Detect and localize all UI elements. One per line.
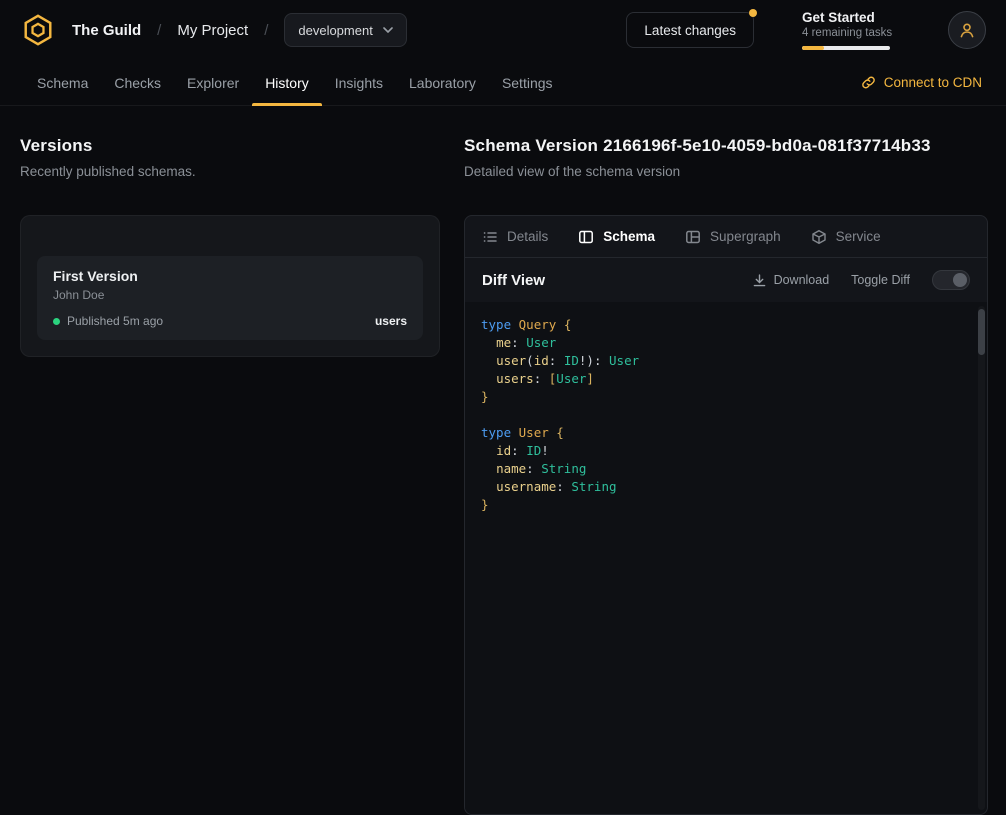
version-detail-column: Schema Version 2166196f-5e10-4059-bd0a-0… bbox=[464, 136, 988, 815]
versions-title: Versions bbox=[20, 136, 440, 156]
code-scrollbar-thumb[interactable] bbox=[978, 309, 985, 355]
connect-to-cdn-label: Connect to CDN bbox=[884, 75, 982, 90]
link-icon bbox=[861, 75, 876, 90]
tab-service-label: Service bbox=[836, 229, 881, 244]
version-status-row: Published 5m ago users bbox=[53, 314, 407, 328]
breadcrumb-org[interactable]: The Guild bbox=[72, 22, 141, 39]
tab-supergraph-label: Supergraph bbox=[710, 229, 781, 244]
version-detail-subtitle: Detailed view of the schema version bbox=[464, 164, 988, 179]
version-service-badge: users bbox=[375, 314, 407, 328]
person-icon bbox=[958, 21, 976, 39]
tab-supergraph[interactable]: Supergraph bbox=[685, 229, 781, 245]
versions-card: First Version John Doe Published 5m ago … bbox=[20, 215, 440, 357]
code-scrollbar-track bbox=[978, 306, 985, 810]
version-name: First Version bbox=[53, 268, 407, 284]
tab-details[interactable]: Details bbox=[482, 229, 548, 245]
download-button[interactable]: Download bbox=[752, 273, 830, 288]
environment-selector-value: development bbox=[298, 23, 372, 38]
tab-details-label: Details bbox=[507, 229, 548, 244]
nav-tab-schema[interactable]: Schema bbox=[24, 60, 101, 105]
tab-service[interactable]: Service bbox=[811, 229, 881, 245]
toggle-diff-switch[interactable] bbox=[932, 270, 970, 290]
published-dot-icon bbox=[53, 318, 60, 325]
header-right: Latest changes Get Started 4 remaining t… bbox=[626, 10, 986, 50]
environment-selector[interactable]: development bbox=[284, 13, 406, 47]
code-line: me: User bbox=[481, 334, 971, 352]
breadcrumb-project[interactable]: My Project bbox=[177, 22, 248, 39]
nav-tab-insights[interactable]: Insights bbox=[322, 60, 396, 105]
progress-fill bbox=[802, 46, 824, 50]
hive-logo[interactable] bbox=[20, 12, 56, 48]
code-line: username: String bbox=[481, 478, 971, 496]
get-started-title: Get Started bbox=[802, 10, 900, 25]
nav-tab-laboratory[interactable]: Laboratory bbox=[396, 60, 489, 105]
diff-view-title: Diff View bbox=[482, 272, 545, 289]
service-box-icon bbox=[811, 229, 827, 245]
toggle-diff-label: Toggle Diff bbox=[851, 273, 910, 287]
diff-actions: Download Toggle Diff bbox=[752, 270, 970, 290]
latest-changes-label: Latest changes bbox=[644, 23, 736, 38]
schema-icon bbox=[578, 229, 594, 245]
latest-changes-button[interactable]: Latest changes bbox=[626, 12, 754, 48]
notification-dot bbox=[749, 9, 757, 17]
version-author: John Doe bbox=[53, 288, 407, 302]
toggle-knob bbox=[953, 273, 967, 287]
code-line bbox=[481, 406, 971, 424]
code-line: type Query { bbox=[481, 316, 971, 334]
detail-tabs: Details Schema Supergraph bbox=[465, 216, 987, 258]
code-line: } bbox=[481, 388, 971, 406]
version-status: Published 5m ago bbox=[67, 314, 163, 328]
versions-column: Versions Recently published schemas. Fir… bbox=[20, 136, 440, 815]
user-avatar-button[interactable] bbox=[948, 11, 986, 49]
nav-tab-checks[interactable]: Checks bbox=[101, 60, 174, 105]
diff-view-header: Diff View Download Toggle Diff bbox=[465, 258, 987, 302]
supergraph-icon bbox=[685, 229, 701, 245]
code-line: user(id: ID!): User bbox=[481, 352, 971, 370]
code-block[interactable]: type Query { me: User user(id: ID!): Use… bbox=[465, 302, 987, 814]
nav-tab-explorer[interactable]: Explorer bbox=[174, 60, 252, 105]
breadcrumb-separator: / bbox=[264, 22, 268, 39]
main-nav: Schema Checks Explorer History Insights … bbox=[0, 60, 1006, 106]
nav-tab-settings[interactable]: Settings bbox=[489, 60, 566, 105]
breadcrumb: The Guild / My Project / bbox=[72, 22, 268, 39]
nav-tab-history[interactable]: History bbox=[252, 60, 322, 105]
tab-schema-label: Schema bbox=[603, 229, 655, 244]
download-icon bbox=[752, 273, 767, 288]
code-line: id: ID! bbox=[481, 442, 971, 460]
code-line: } bbox=[481, 496, 971, 514]
connect-to-cdn-link[interactable]: Connect to CDN bbox=[861, 60, 982, 105]
breadcrumb-separator: / bbox=[157, 22, 161, 39]
get-started-progress-bar bbox=[802, 46, 890, 50]
tab-schema[interactable]: Schema bbox=[578, 229, 655, 245]
chevron-down-icon bbox=[383, 27, 393, 33]
versions-subtitle: Recently published schemas. bbox=[20, 164, 440, 179]
version-detail-panel: Details Schema Supergraph bbox=[464, 215, 988, 815]
get-started-subtitle: 4 remaining tasks bbox=[802, 27, 900, 39]
list-icon bbox=[482, 229, 498, 245]
code-line: name: String bbox=[481, 460, 971, 478]
version-list-item[interactable]: First Version John Doe Published 5m ago … bbox=[37, 256, 423, 340]
download-label: Download bbox=[774, 273, 830, 287]
version-detail-title: Schema Version 2166196f-5e10-4059-bd0a-0… bbox=[464, 136, 988, 156]
code-line: users: [User] bbox=[481, 370, 971, 388]
main-content: Versions Recently published schemas. Fir… bbox=[0, 106, 1006, 815]
hive-logo-icon bbox=[21, 13, 55, 47]
top-header: The Guild / My Project / development Lat… bbox=[0, 0, 1006, 60]
code-line: type User { bbox=[481, 424, 971, 442]
get-started-widget[interactable]: Get Started 4 remaining tasks bbox=[802, 10, 900, 50]
